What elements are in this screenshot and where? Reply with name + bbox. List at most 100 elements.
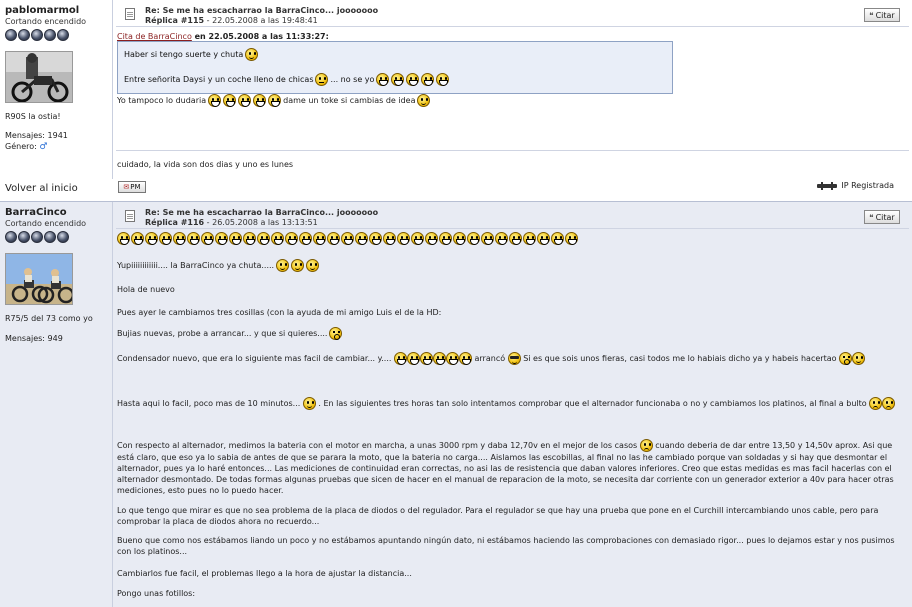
- paragraph-text: Yupiiiiiiiiiiii.... la BarraCinco ya chu…: [117, 261, 275, 270]
- header-divider: [116, 26, 909, 27]
- smiley-icon: [481, 232, 494, 245]
- rank-star-icon: [18, 231, 30, 243]
- user-gender: Género: ♂: [5, 141, 112, 153]
- post-paragraph: Con respecto al alternador, medimos la b…: [117, 439, 907, 496]
- smiley-icon: [355, 232, 368, 245]
- smiley-icon: [201, 232, 214, 245]
- rank-star-icon: [44, 29, 56, 41]
- cite-label: Citar: [875, 10, 895, 20]
- quote-line-2: Entre señorita Daysi y un coche lleno de…: [124, 73, 666, 86]
- rank-stars: [5, 231, 112, 245]
- quote-link[interactable]: Cita de BarraCinco: [117, 32, 192, 41]
- post-title[interactable]: Re: Se me ha escacharrao la BarraCinco..…: [145, 208, 378, 217]
- smiley-icon: [329, 327, 343, 340]
- post-paragraph: Cambiarlos fue facil, el problemas llego…: [117, 569, 412, 578]
- avatar: [5, 253, 73, 305]
- smiley-icon: [238, 94, 252, 107]
- reply-date: - 26.05.2008 a las 13:13:51: [204, 218, 318, 227]
- reply-date: - 22.05.2008 a las 19:48:41: [204, 16, 318, 25]
- smiley-icon: [565, 232, 578, 245]
- smiley-icon: [187, 232, 200, 245]
- paragraph-text: Hasta aqui lo facil, poco mas de 10 minu…: [117, 399, 301, 408]
- smiley-icon: [229, 232, 242, 245]
- quote-header: Cita de BarraCinco en 22.05.2008 a las 1…: [117, 32, 329, 41]
- smiley-icon: [276, 259, 290, 272]
- avatar: [5, 51, 73, 103]
- user-pane: BarraCinco Cortando encendido R75/5 del …: [0, 202, 112, 607]
- pm-icon: ✉: [123, 183, 130, 191]
- user-caption: R90S la ostia!: [5, 112, 61, 121]
- smiley-icon: [383, 232, 396, 245]
- smiley-icon: [208, 94, 222, 107]
- male-icon: ♂: [39, 142, 48, 152]
- rank-star-icon: [31, 29, 43, 41]
- smiley-icon: [421, 73, 435, 86]
- pm-button[interactable]: ✉ PM: [118, 181, 146, 193]
- smiley-icon: [376, 73, 390, 86]
- document-icon: [125, 8, 135, 20]
- smiley-icon: [509, 232, 522, 245]
- smiley-icon: [302, 397, 316, 410]
- smiley-icon: [306, 259, 320, 272]
- quote-text-2: Entre señorita Daysi y un coche lleno de…: [124, 74, 314, 84]
- document-icon: [125, 210, 135, 222]
- post-paragraph: Pongo unas fotillos:: [117, 589, 196, 598]
- post-116: BarraCinco Cortando encendido R75/5 del …: [0, 201, 912, 607]
- reply-number: Réplica #116: [145, 218, 205, 227]
- quote-box: Haber si tengo suerte y chuta Entre seño…: [117, 41, 673, 94]
- signature: cuidado, la vida son dos dias y uno es l…: [117, 160, 294, 169]
- post-body-line: Yo tampoco lo dudaria dame un toke si ca…: [117, 94, 431, 107]
- ip-registered: IP Registrada: [817, 181, 894, 190]
- rank-star-icon: [57, 231, 69, 243]
- username[interactable]: pablomarmol: [5, 5, 112, 16]
- paragraph-text: Con respecto al alternador, medimos la b…: [117, 441, 638, 450]
- header-divider: [116, 228, 909, 229]
- smiley-icon: [369, 232, 382, 245]
- smiley-icon: [411, 232, 424, 245]
- back-to-top-link[interactable]: Volver al inicio: [5, 183, 78, 194]
- post-paragraph: Bueno que como nos estábamos liando un p…: [117, 536, 895, 556]
- quote-text-2b: ... no se yo: [330, 74, 375, 84]
- post-paragraph: Bujias nuevas, probe a arrancar... y que…: [117, 327, 343, 340]
- rank-star-icon: [5, 29, 17, 41]
- paragraph-text: Si es que sois unos fieras, casi todos m…: [523, 354, 837, 363]
- quote-icon: ❝: [869, 212, 874, 222]
- smiley-icon: [291, 259, 305, 272]
- smiley-icon: [397, 232, 410, 245]
- smiley-icon: [117, 232, 130, 245]
- post-paragraph: Yupiiiiiiiiiiii.... la BarraCinco ya chu…: [117, 259, 320, 272]
- post-header: Re: Se me ha escacharrao la BarraCinco..…: [125, 4, 900, 32]
- gender-label: Género:: [5, 142, 37, 151]
- cite-button[interactable]: ❝ Citar: [864, 210, 900, 224]
- ip-icon: [817, 181, 838, 190]
- post-paragraph: Hola de nuevo: [117, 285, 175, 294]
- smiley-icon: [869, 397, 883, 410]
- post-115: pablomarmol Cortando encendido R90S la o…: [0, 0, 912, 179]
- quote-meta: en 22.05.2008 a las 11:33:27:: [191, 32, 329, 41]
- cite-button[interactable]: ❝ Citar: [864, 8, 900, 22]
- ip-label: IP Registrada: [841, 181, 894, 190]
- smiley-icon: [406, 73, 420, 86]
- post-title[interactable]: Re: Se me ha escacharrao la BarraCinco..…: [145, 6, 378, 15]
- user-message-count: Mensajes: 1941: [5, 131, 68, 140]
- smiley-icon: [223, 94, 237, 107]
- post-footer: Volver al inicio ✉ PM IP Registrada: [0, 179, 912, 201]
- paragraph-text: . En las siguientes tres horas tan solo …: [318, 399, 867, 408]
- smiley-icon: [313, 232, 326, 245]
- smiley-icon: [285, 232, 298, 245]
- post-paragraph: Pues ayer le cambiamos tres cosillas (co…: [117, 308, 442, 317]
- user-caption: R75/5 del 73 como yo: [5, 314, 93, 323]
- paragraph-text: Bujias nuevas, probe a arrancar... y que…: [117, 329, 328, 338]
- smiley-icon: [406, 352, 420, 365]
- smiley-icon: [537, 232, 550, 245]
- rank-star-icon: [31, 231, 43, 243]
- smiley-icon: [159, 232, 172, 245]
- smiley-icon: [882, 397, 896, 410]
- reply-info: Réplica #116 - 26.05.2008 a las 13:13:51: [145, 218, 318, 227]
- pm-label: PM: [130, 183, 141, 191]
- body-text-a: Yo tampoco lo dudaria: [117, 96, 207, 105]
- smiley-icon: [445, 352, 459, 365]
- smiley-icon: [639, 439, 653, 452]
- username[interactable]: BarraCinco: [5, 207, 112, 218]
- smiley-icon: [417, 94, 431, 107]
